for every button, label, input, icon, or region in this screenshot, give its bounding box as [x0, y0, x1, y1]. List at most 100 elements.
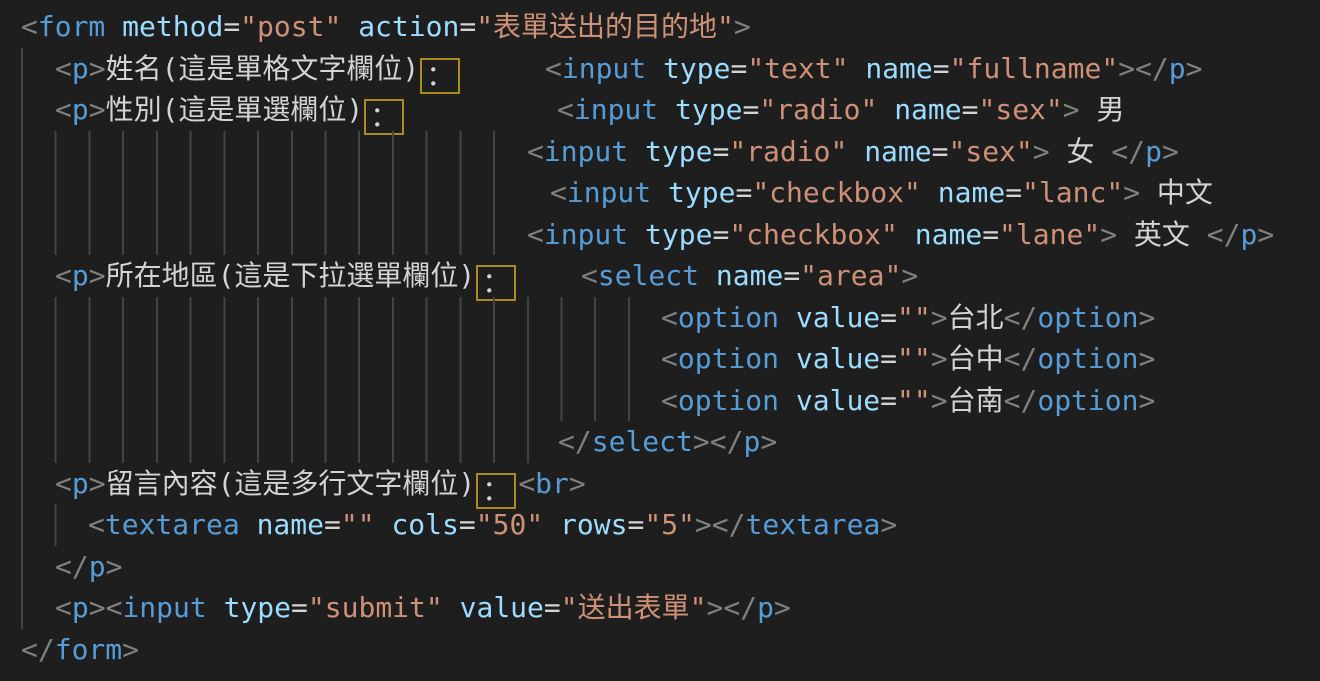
code-token: "" — [897, 384, 931, 417]
code-line: <p>留言內容(這是多行文字欄位)：<br> — [0, 463, 1320, 505]
code-token: p — [72, 467, 89, 500]
code-token: = — [627, 508, 644, 541]
code-segment: <p>所在地區(這是下拉選單欄位)： — [55, 255, 518, 301]
code-token: form — [38, 10, 105, 43]
code-token: 留言內容(這是多行文字欄位) — [106, 467, 476, 500]
code-token: p — [72, 591, 89, 624]
code-editor[interactable]: <form method="post" action="表單送出的目的地"><p… — [0, 0, 1320, 681]
indent-guides — [21, 587, 23, 629]
code-token: </ — [712, 508, 746, 541]
code-token: </ — [1004, 384, 1038, 417]
code-token — [443, 591, 460, 624]
code-token: > — [89, 591, 106, 624]
code-token: input — [122, 591, 206, 624]
code-token: input — [544, 218, 628, 251]
code-token — [207, 591, 224, 624]
code-segment: <textarea name="" cols="50" rows="5"></t… — [88, 504, 897, 546]
code-token: > — [106, 550, 123, 583]
code-token: "" — [897, 342, 931, 375]
code-token: < — [55, 259, 72, 292]
code-line: </select></p> — [0, 421, 1320, 463]
code-token — [105, 10, 122, 43]
code-segment: <input type="radio" name="sex"> 男 — [557, 89, 1125, 131]
code-token: > — [880, 508, 897, 541]
code-token: < — [550, 176, 567, 209]
code-token: "submit" — [308, 591, 443, 624]
code-token: 性別(這是單選欄位) — [106, 93, 364, 126]
code-token: > — [89, 52, 106, 85]
code-token — [699, 259, 716, 292]
code-token: = — [1005, 176, 1022, 209]
code-token — [646, 52, 663, 85]
code-token: = — [735, 176, 752, 209]
code-token — [847, 135, 864, 168]
indent-guides — [21, 463, 23, 505]
code-token: < — [21, 10, 38, 43]
code-token: option — [678, 384, 779, 417]
code-token: < — [557, 93, 574, 126]
code-token: p — [89, 550, 106, 583]
indent-guides — [21, 421, 529, 463]
indent-guides — [21, 131, 495, 173]
indent-guides — [21, 255, 23, 297]
code-token: form — [55, 633, 122, 666]
code-line: <option value="">台南</option> — [0, 380, 1320, 422]
code-line: <input type="checkbox" name="lanc"> 中文 — [0, 172, 1320, 214]
code-token: "5" — [644, 508, 695, 541]
code-token — [651, 176, 668, 209]
code-token: br — [535, 467, 569, 500]
code-token: name — [865, 52, 932, 85]
code-token: 男 — [1080, 93, 1125, 126]
code-token: < — [55, 93, 72, 126]
code-token: = — [291, 591, 308, 624]
code-token: > — [89, 93, 106, 126]
code-token: input — [574, 93, 658, 126]
code-line: <form method="post" action="表單送出的目的地"> — [0, 6, 1320, 48]
code-segment: <input type="radio" name="sex"> 女 </p> — [527, 131, 1179, 173]
code-token: name — [915, 218, 982, 251]
code-token: < — [518, 467, 535, 500]
code-token: > — [122, 633, 139, 666]
code-token — [779, 384, 796, 417]
code-token: = — [324, 508, 341, 541]
code-token: < — [545, 52, 562, 85]
code-token — [543, 508, 560, 541]
indent-guides — [21, 380, 630, 422]
code-token: </ — [55, 550, 89, 583]
code-token: option — [1037, 342, 1138, 375]
code-token: "radio" — [759, 93, 877, 126]
code-token — [240, 508, 257, 541]
code-token: > — [693, 425, 710, 458]
code-segment: <option value="">台南</option> — [661, 380, 1155, 422]
code-token: type — [645, 135, 712, 168]
code-segment: <p>留言內容(這是多行文字欄位)：<br> — [55, 463, 586, 509]
indent-guides — [21, 172, 495, 214]
code-token: = — [783, 259, 800, 292]
code-token: input — [562, 52, 646, 85]
code-token: > — [931, 384, 948, 417]
code-token: "表單送出的目的地" — [476, 10, 734, 43]
code-token: value — [796, 342, 880, 375]
code-token: select — [592, 425, 693, 458]
code-token: 英文 — [1117, 218, 1207, 251]
code-token — [628, 218, 645, 251]
code-token: < — [527, 218, 544, 251]
code-token: = — [932, 135, 949, 168]
code-token: = — [742, 93, 759, 126]
code-token: "post" — [240, 10, 341, 43]
code-segment: <p>姓名(這是單格文字欄位)： — [55, 48, 462, 94]
code-line: <input type="radio" name="sex"> 女 </p> — [0, 131, 1320, 173]
code-token: "" — [897, 301, 931, 334]
code-token: > — [1063, 93, 1080, 126]
code-token: type — [645, 218, 712, 251]
code-token: > — [1162, 135, 1179, 168]
code-token: < — [661, 301, 678, 334]
indent-guides — [21, 48, 23, 90]
code-token: < — [55, 591, 72, 624]
code-token: > — [774, 591, 791, 624]
code-token: name — [894, 93, 961, 126]
code-token: option — [678, 342, 779, 375]
code-token: > — [1033, 135, 1050, 168]
code-token: </ — [1111, 135, 1145, 168]
code-segment: </form> — [21, 629, 139, 671]
